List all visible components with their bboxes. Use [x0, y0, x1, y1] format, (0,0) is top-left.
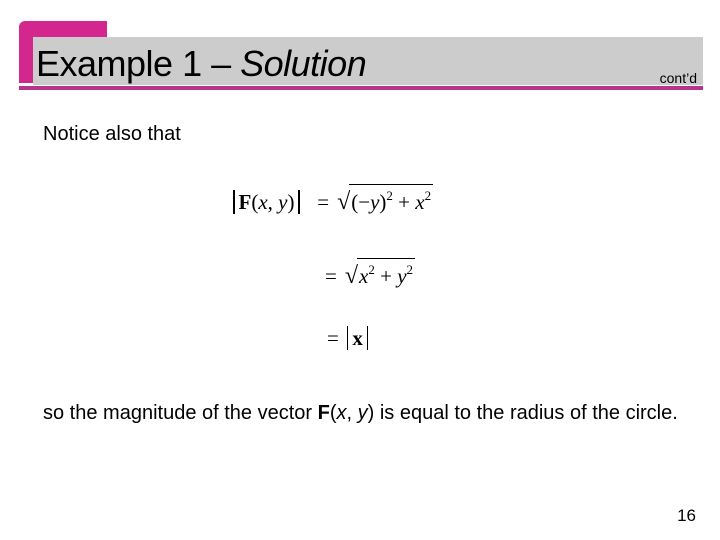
vector-x: x [352, 326, 363, 350]
var-x: x [415, 190, 425, 214]
var-x: x [359, 264, 369, 288]
intro-text: Notice also that [43, 123, 181, 145]
text: so the magnitude of the vector [43, 402, 318, 424]
var-x: x [336, 402, 347, 424]
text: is equal to the radius of the circle. [374, 402, 678, 424]
exponent: 2 [368, 262, 375, 277]
title-underline [19, 86, 703, 90]
plus-sign: + [380, 264, 392, 288]
var-y: y [397, 264, 407, 288]
equation-line-2: = √x2 + y2 [325, 258, 416, 290]
vector-F: F [238, 190, 252, 214]
slide-title: Example 1 – Solution [36, 42, 367, 86]
title-main: Example 1 – [36, 43, 241, 84]
conclusion-text: so the magnitude of the vector F(x, y) i… [43, 400, 703, 427]
abs-bar-left [346, 326, 349, 350]
equals-sign: = [327, 326, 339, 350]
neg-paren: (− [351, 190, 371, 214]
title-italic: Solution [240, 43, 367, 84]
equals-sign: = [317, 190, 330, 214]
comma: , [346, 402, 358, 424]
equation-line-3: = x [327, 326, 372, 351]
var-x: x [258, 190, 268, 214]
exponent: 2 [424, 188, 432, 203]
var-y: y [357, 402, 368, 424]
abs-bar-right [298, 190, 300, 214]
plus-sign: + [398, 190, 411, 214]
equals-sign: = [325, 264, 337, 288]
paren: ) [287, 190, 295, 214]
comma: , [267, 190, 279, 214]
paren: ( [329, 402, 337, 424]
equation-line-1: F(x, y) = √(−y)2 + x2 [229, 184, 434, 216]
page-number: 16 [677, 506, 696, 525]
abs-bar-right [366, 326, 369, 350]
exponent: 2 [386, 188, 393, 203]
exponent: 2 [406, 262, 414, 277]
abs-bar-left [233, 190, 235, 214]
continued-label: cont’d [659, 70, 697, 86]
vector-F: F [317, 402, 330, 424]
radicand: (−y)2 + x2 [349, 184, 434, 214]
radicand: x2 + y2 [357, 258, 416, 288]
